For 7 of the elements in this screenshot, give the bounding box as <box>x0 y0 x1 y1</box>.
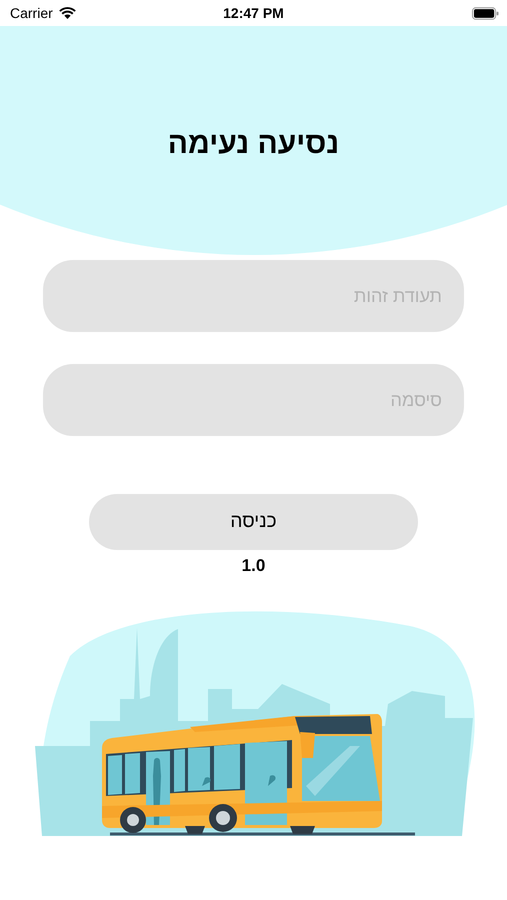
status-time: 12:47 PM <box>223 5 284 21</box>
login-button[interactable]: כניסה <box>89 494 418 550</box>
app-title: נסיעה נעימה <box>168 126 340 162</box>
battery-icon <box>472 6 499 20</box>
wifi-icon <box>58 7 76 19</box>
version-label: 1.0 <box>242 556 266 576</box>
carrier-name: Carrier <box>10 5 53 21</box>
